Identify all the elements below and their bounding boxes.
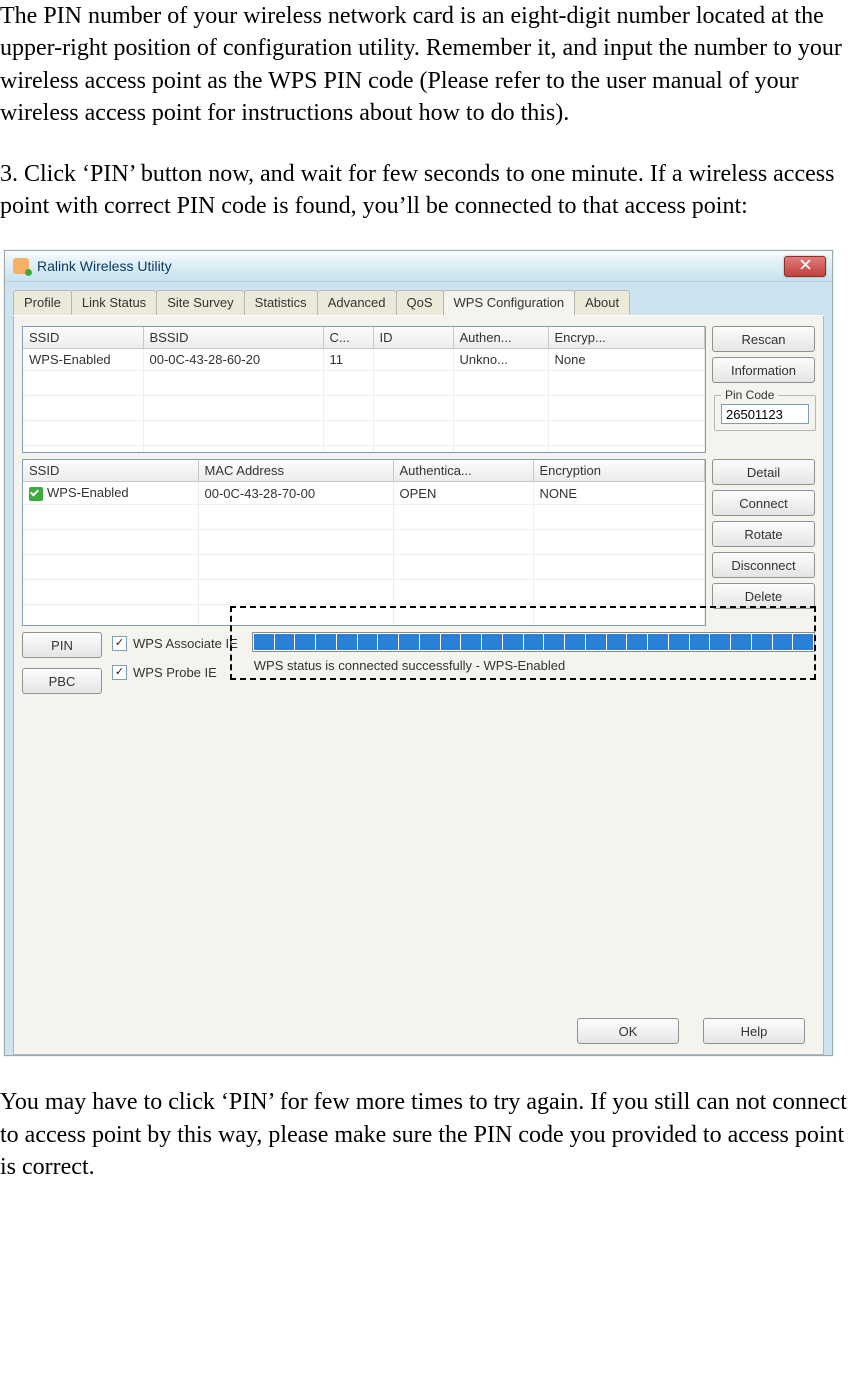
close-button[interactable]: [784, 256, 826, 277]
table-row: [23, 554, 705, 579]
table-row: [23, 579, 705, 604]
col-ssid[interactable]: SSID: [23, 327, 143, 349]
cell-ssid: WPS-Enabled: [23, 349, 143, 371]
rescan-button[interactable]: Rescan: [712, 326, 815, 352]
doc-paragraph: You may have to click ‘PIN’ for few more…: [0, 1086, 851, 1183]
col-mac[interactable]: MAC Address: [198, 460, 393, 482]
wps-profile-list[interactable]: SSID MAC Address Authentica... Encryptio…: [22, 459, 706, 626]
titlebar: Ralink Wireless Utility: [5, 251, 832, 282]
tab-site-survey[interactable]: Site Survey: [156, 290, 244, 315]
tab-wps-configuration[interactable]: WPS Configuration: [443, 290, 576, 316]
doc-paragraph: The PIN number of your wireless network …: [0, 0, 851, 130]
table-row: [23, 604, 705, 626]
col-id[interactable]: ID: [373, 327, 453, 349]
connected-icon: [29, 487, 43, 501]
app-icon: [13, 258, 29, 274]
wps-associate-ie-checkbox[interactable]: WPS Associate IE: [112, 636, 238, 651]
tab-statistics[interactable]: Statistics: [244, 290, 318, 315]
col-enc[interactable]: Encryp...: [548, 327, 705, 349]
cell-mac: 00-0C-43-28-70-00: [198, 482, 393, 505]
checkbox-icon: [112, 636, 127, 651]
cell-auth: OPEN: [393, 482, 533, 505]
tab-advanced[interactable]: Advanced: [317, 290, 397, 315]
cell-auth: Unkno...: [453, 349, 548, 371]
delete-button[interactable]: Delete: [712, 583, 815, 609]
tab-qos[interactable]: QoS: [396, 290, 444, 315]
table-row: [23, 529, 705, 554]
tab-link-status[interactable]: Link Status: [71, 290, 157, 315]
pin-code-field[interactable]: [721, 404, 809, 424]
close-icon: [800, 259, 811, 273]
wps-status-text: WPS status is connected successfully - W…: [252, 658, 815, 673]
wps-progress-bar: [252, 632, 815, 652]
col-auth[interactable]: Authen...: [453, 327, 548, 349]
cell-enc: None: [548, 349, 705, 371]
ok-button[interactable]: OK: [577, 1018, 679, 1044]
table-row: [23, 446, 705, 454]
cell-enc: NONE: [533, 482, 705, 505]
pbc-button[interactable]: PBC: [22, 668, 102, 694]
app-window: Ralink Wireless Utility Profile Link Sta…: [4, 250, 833, 1056]
tab-bar: Profile Link Status Site Survey Statisti…: [13, 290, 824, 316]
col-enc[interactable]: Encryption: [533, 460, 705, 482]
rotate-button[interactable]: Rotate: [712, 521, 815, 547]
wps-ap-list[interactable]: SSID BSSID C... ID Authen... Encryp... W…: [22, 326, 706, 453]
table-row[interactable]: WPS-Enabled 00-0C-43-28-70-00 OPEN NONE: [23, 482, 705, 505]
col-channel[interactable]: C...: [323, 327, 373, 349]
cell-id: [373, 349, 453, 371]
pin-code-label: Pin Code: [721, 388, 778, 402]
tab-profile[interactable]: Profile: [13, 290, 72, 315]
help-button[interactable]: Help: [703, 1018, 805, 1044]
doc-paragraph: 3. Click ‘PIN’ button now, and wait for …: [0, 158, 851, 223]
table-row[interactable]: WPS-Enabled 00-0C-43-28-60-20 11 Unkno..…: [23, 349, 705, 371]
table-row: [23, 421, 705, 446]
cell-ssid: WPS-Enabled: [23, 482, 198, 505]
table-row: [23, 504, 705, 529]
checkbox-label: WPS Probe IE: [133, 665, 217, 680]
information-button[interactable]: Information: [712, 357, 815, 383]
pin-code-group: Pin Code: [714, 388, 816, 431]
window-title: Ralink Wireless Utility: [37, 258, 172, 274]
cell-bssid: 00-0C-43-28-60-20: [143, 349, 323, 371]
col-ssid[interactable]: SSID: [23, 460, 198, 482]
wps-probe-ie-checkbox[interactable]: WPS Probe IE: [112, 665, 238, 680]
detail-button[interactable]: Detail: [712, 459, 815, 485]
table-row: [23, 396, 705, 421]
pin-button[interactable]: PIN: [22, 632, 102, 658]
connect-button[interactable]: Connect: [712, 490, 815, 516]
col-auth[interactable]: Authentica...: [393, 460, 533, 482]
tab-about[interactable]: About: [574, 290, 630, 315]
checkbox-icon: [112, 665, 127, 680]
col-bssid[interactable]: BSSID: [143, 327, 323, 349]
disconnect-button[interactable]: Disconnect: [712, 552, 815, 578]
cell-channel: 11: [323, 349, 373, 371]
table-row: [23, 371, 705, 396]
tab-panel: SSID BSSID C... ID Authen... Encryp... W…: [13, 316, 824, 1055]
checkbox-label: WPS Associate IE: [133, 636, 238, 651]
